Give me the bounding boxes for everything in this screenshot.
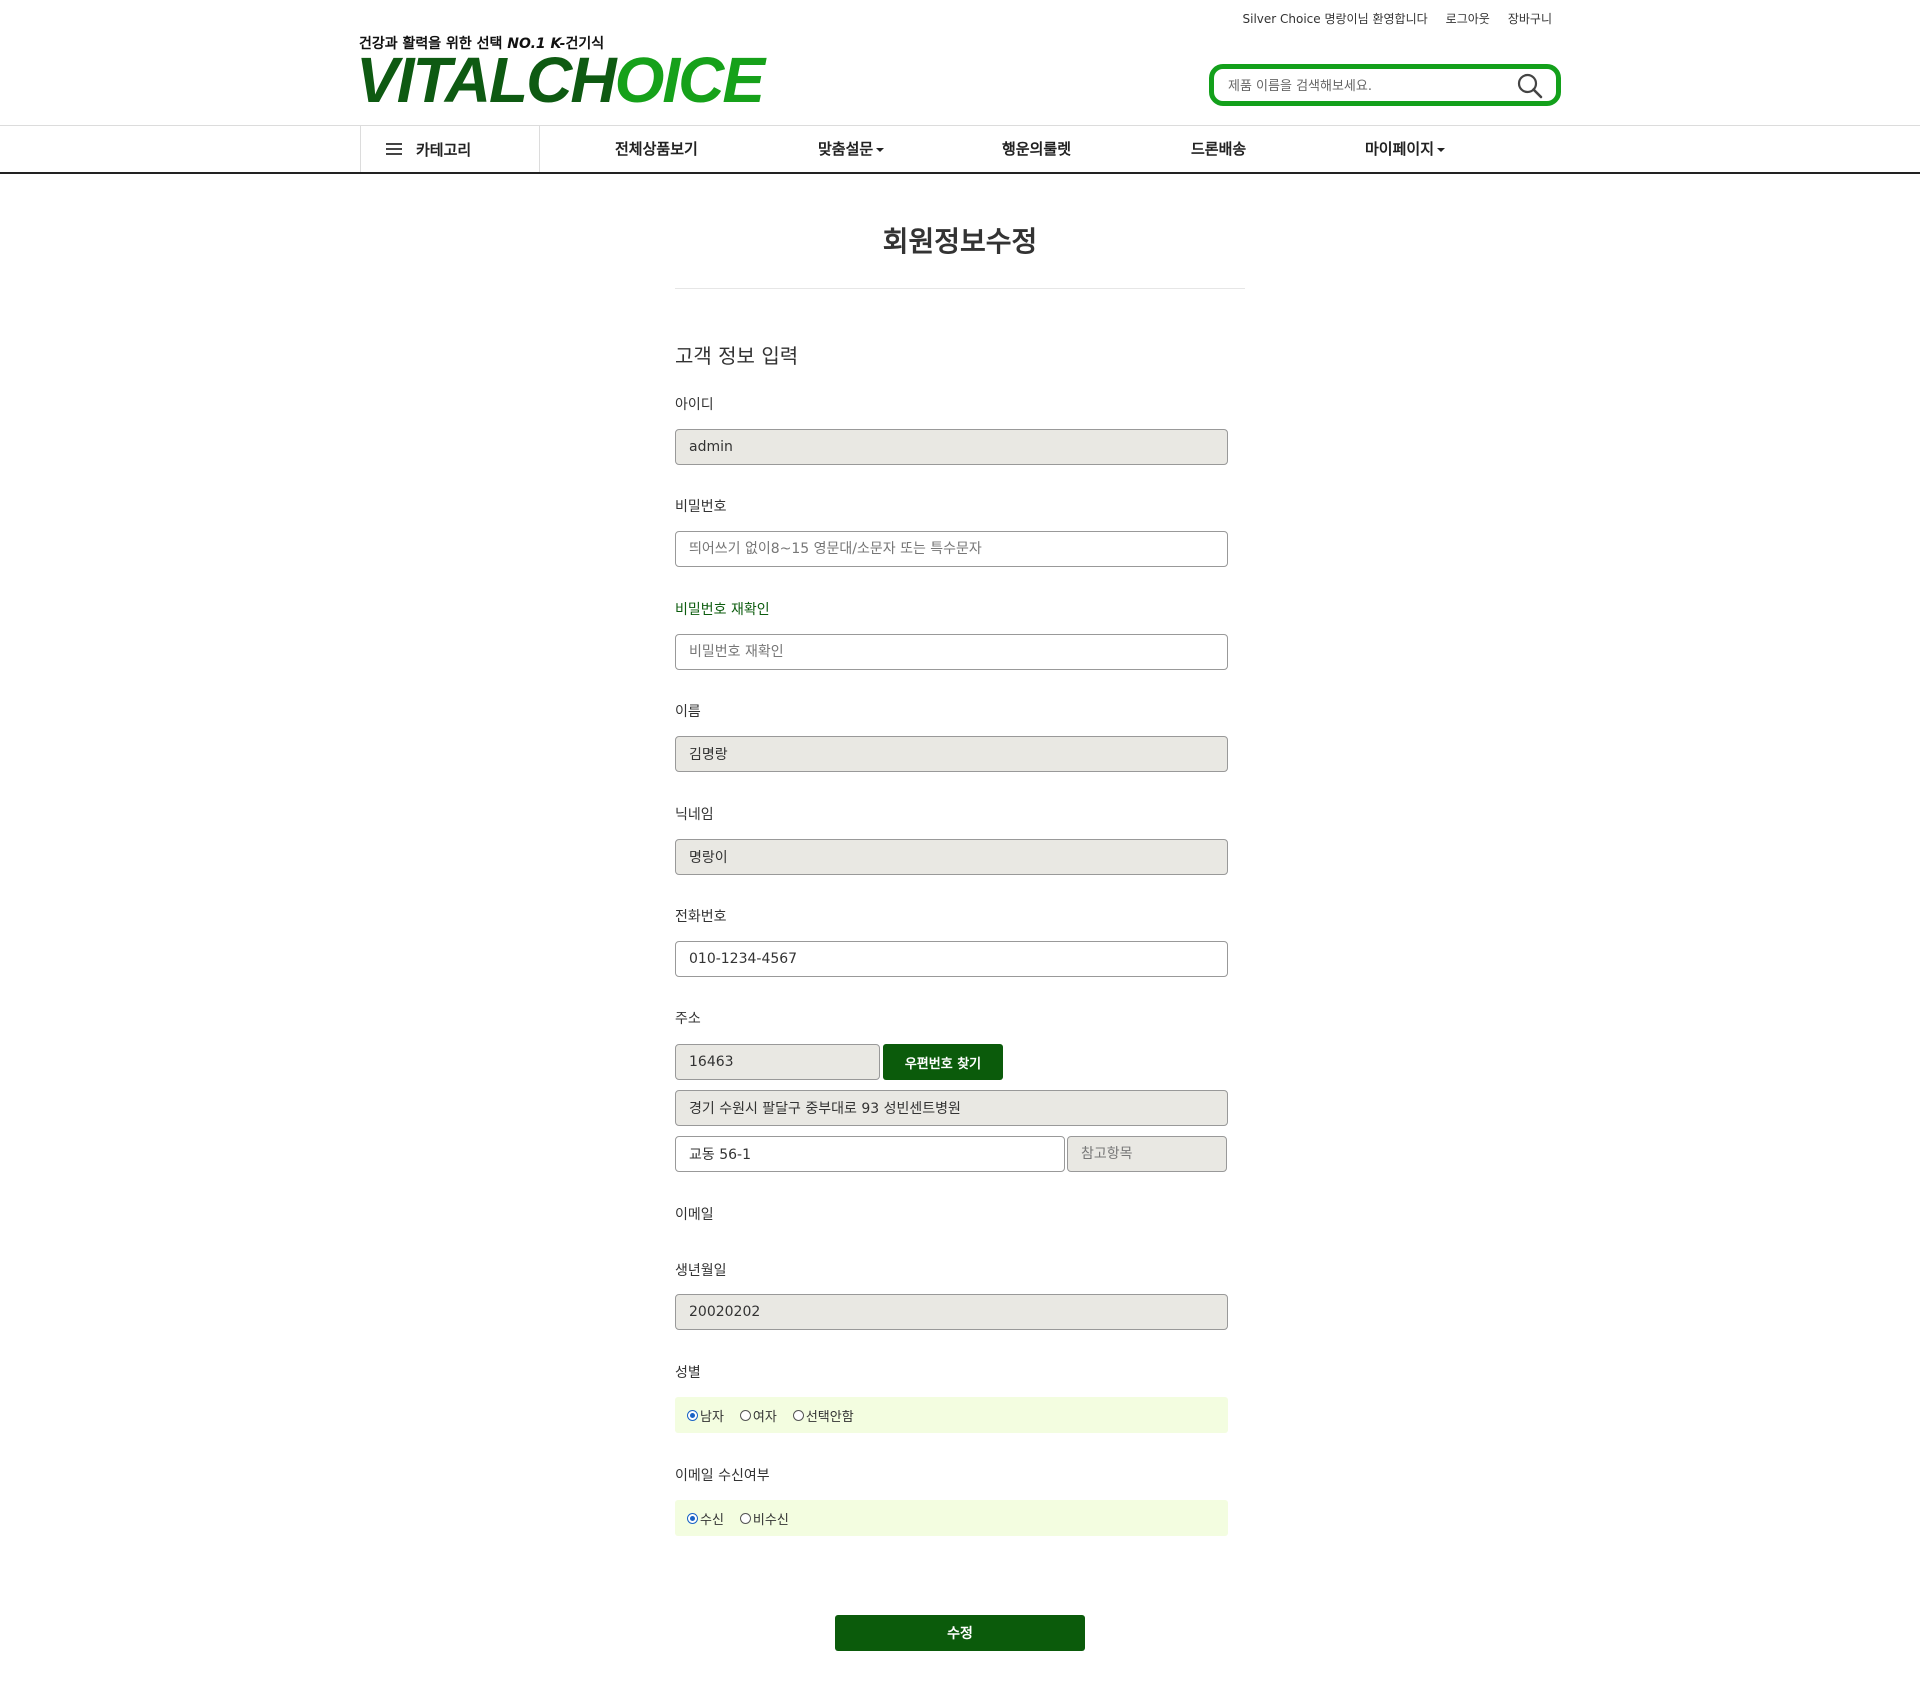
email-consent-option-yes[interactable]: 수신: [687, 1509, 724, 1528]
email-consent-radio-group: 수신 비수신: [675, 1500, 1228, 1536]
email-consent-option-no[interactable]: 비수신: [739, 1509, 789, 1528]
nav-item-custom-survey[interactable]: 맞춤설문: [818, 126, 885, 172]
nickname-field[interactable]: [675, 839, 1228, 875]
radio-label: 수신: [700, 1512, 724, 1528]
category-menu-button[interactable]: 카테고리: [360, 126, 540, 172]
nav-item-all-products[interactable]: 전체상품보기: [615, 126, 698, 172]
find-zipcode-button[interactable]: 우편번호 찾기: [883, 1044, 1003, 1080]
birth-label: 생년월일: [675, 1263, 727, 1279]
main-nav: 카테고리 전체상품보기 맞춤설문 행운의룰렛 드론배송 마이페이지: [360, 126, 1446, 172]
nav-bottom-divider: [0, 172, 1920, 174]
birth-field[interactable]: [675, 1294, 1228, 1330]
hamburger-icon: [386, 140, 402, 158]
nav-item-mypage[interactable]: 마이페이지: [1365, 126, 1446, 172]
password-label: 비밀번호: [675, 499, 727, 515]
radio-selected-icon[interactable]: [687, 1512, 698, 1524]
nav-item-drone-delivery[interactable]: 드론배송: [1191, 126, 1246, 172]
nav-item-lucky-roulette[interactable]: 행운의룰렛: [1002, 126, 1071, 172]
radio-label: 선택안함: [805, 1409, 854, 1425]
gender-label: 성별: [675, 1365, 701, 1381]
name-label: 이름: [675, 704, 701, 720]
id-field[interactable]: [675, 429, 1228, 465]
category-label: 카테고리: [416, 140, 472, 159]
email-consent-label: 이메일 수신여부: [675, 1468, 770, 1484]
caret-down-icon: [1437, 147, 1446, 152]
email-label: 이메일: [675, 1207, 714, 1223]
address-extra-field[interactable]: [1067, 1136, 1227, 1172]
password-field[interactable]: [675, 531, 1228, 567]
radio-label: 비수신: [752, 1512, 789, 1528]
name-field[interactable]: [675, 736, 1228, 772]
address-label: 주소: [675, 1011, 701, 1027]
logo-text-part1: VITALCH: [356, 44, 617, 116]
nav-item-label: 맞춤설문: [818, 140, 874, 158]
radio-label: 여자: [752, 1409, 777, 1425]
gender-option-none[interactable]: 선택안함: [792, 1406, 854, 1425]
section-title: 고객 정보 입력: [675, 344, 799, 368]
search-box: [1209, 64, 1561, 106]
radio-unselected-icon[interactable]: [739, 1409, 751, 1421]
nickname-label: 닉네임: [675, 807, 714, 823]
site-logo[interactable]: VITALCHOICE: [356, 48, 765, 112]
cart-link[interactable]: 장바구니: [1508, 10, 1552, 27]
logo-text-part2: O: [614, 44, 665, 116]
caret-down-icon: [876, 147, 885, 152]
search-input[interactable]: [1228, 75, 1508, 97]
page-title: 회원정보수정: [882, 225, 1038, 258]
search-icon[interactable]: [1516, 72, 1544, 100]
title-divider: [675, 288, 1245, 289]
radio-unselected-icon[interactable]: [739, 1512, 751, 1524]
zipcode-field[interactable]: [675, 1044, 880, 1080]
nav-item-label: 드론배송: [1191, 140, 1247, 158]
radio-selected-icon[interactable]: [687, 1409, 698, 1421]
address-field[interactable]: [675, 1090, 1228, 1126]
password-confirm-field[interactable]: [675, 634, 1228, 670]
gender-option-male[interactable]: 남자: [687, 1406, 724, 1425]
radio-label: 남자: [700, 1409, 724, 1425]
logout-link[interactable]: 로그아웃: [1446, 10, 1490, 27]
nav-item-label: 마이페이지: [1365, 140, 1435, 158]
id-label: 아이디: [675, 397, 714, 413]
nav-item-label: 행운의룰렛: [1002, 140, 1072, 158]
nav-item-label: 전체상품보기: [615, 140, 698, 158]
nav-top-divider: [0, 125, 1920, 126]
phone-label: 전화번호: [675, 909, 727, 925]
header-utility-links: Silver Choice 명랑이님 환영합니다 로그아웃 장바구니: [1243, 10, 1553, 27]
gender-option-female[interactable]: 여자: [739, 1406, 777, 1425]
logo-text-part3: ICE: [662, 44, 765, 116]
gender-radio-group: 남자 여자 선택안함: [675, 1397, 1228, 1433]
password-confirm-label: 비밀번호 재확인: [675, 602, 770, 618]
address-detail-field[interactable]: [675, 1136, 1065, 1172]
welcome-text: Silver Choice 명랑이님 환영합니다: [1242, 12, 1428, 26]
phone-field[interactable]: [675, 941, 1228, 977]
submit-button[interactable]: 수정: [835, 1615, 1085, 1651]
radio-unselected-icon[interactable]: [792, 1409, 804, 1421]
